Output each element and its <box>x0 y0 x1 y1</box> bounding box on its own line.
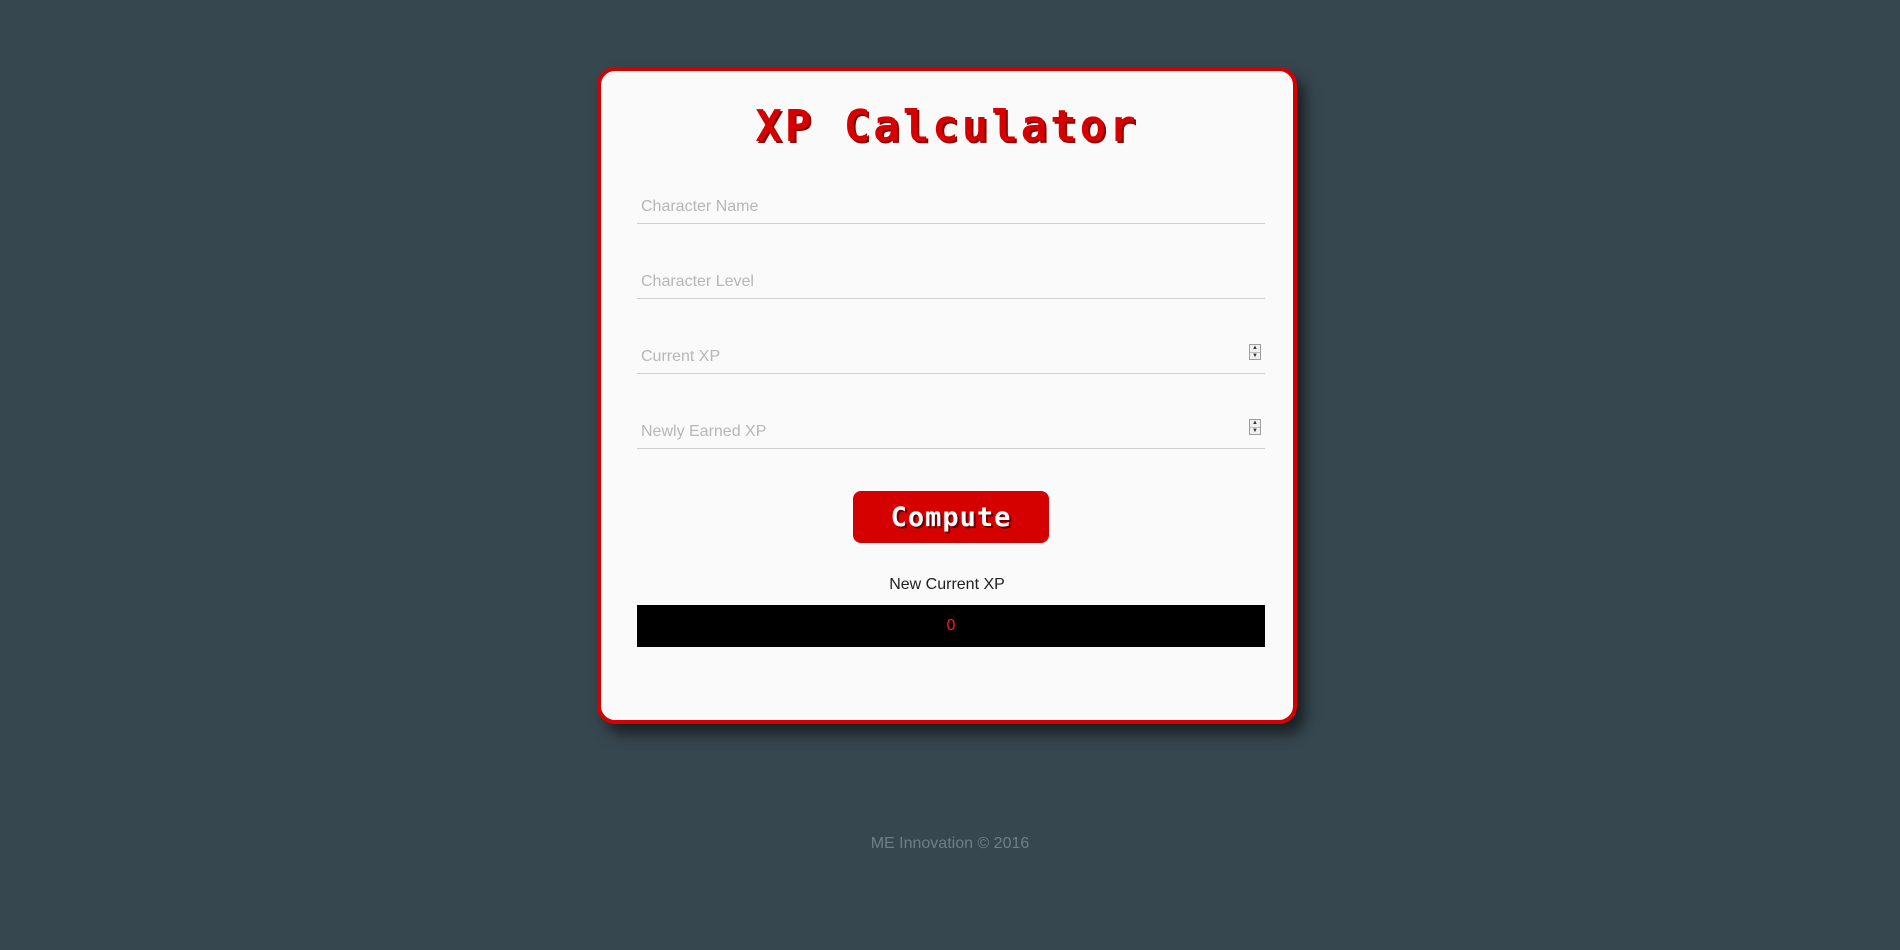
character-level-field <box>637 267 1265 299</box>
current-xp-input[interactable] <box>637 342 1265 372</box>
current-xp-field: ▲ ▼ <box>637 342 1265 374</box>
character-level-input[interactable] <box>637 267 1265 297</box>
character-name-field <box>637 192 1265 224</box>
newly-earned-xp-stepper: ▲ ▼ <box>1249 419 1261 435</box>
newly-earned-xp-field: ▲ ▼ <box>637 417 1265 449</box>
result-value: 0 <box>637 605 1265 647</box>
compute-button[interactable]: Compute <box>853 491 1049 543</box>
calculator-card: XP Calculator ▲ ▼ ▲ ▼ Compute New Curren… <box>597 67 1297 724</box>
triangle-down-icon[interactable]: ▼ <box>1250 351 1260 360</box>
footer-copyright: ME Innovation © 2016 <box>870 835 1030 852</box>
result-label: New Current XP <box>889 576 1005 593</box>
character-name-input[interactable] <box>637 192 1265 222</box>
newly-earned-xp-input[interactable] <box>637 417 1265 447</box>
triangle-down-icon[interactable]: ▼ <box>1250 426 1260 435</box>
page-title: XP Calculator <box>755 101 1139 152</box>
current-xp-stepper: ▲ ▼ <box>1249 344 1261 360</box>
